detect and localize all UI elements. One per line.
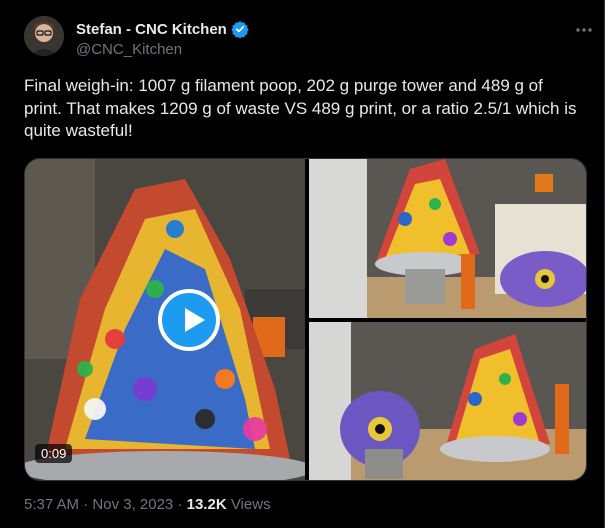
tweet-text: Final weigh-in: 1007 g filament poop, 20… — [24, 76, 577, 140]
views-count: 13.2K — [186, 496, 227, 513]
play-button[interactable] — [158, 289, 220, 351]
tweet-metadata: 5:37 AM · Nov 3, 2023 · 13.2K Views — [24, 496, 271, 513]
tweet-card: Stefan - CNC Kitchen @CNC_Kitchen Final … — [0, 0, 605, 528]
separator: · — [83, 496, 89, 513]
media-images — [25, 159, 587, 481]
author-name[interactable]: Stefan - CNC Kitchen — [76, 20, 249, 38]
separator: · — [177, 496, 183, 513]
tweet-time[interactable]: 5:37 AM — [24, 496, 79, 513]
photo-bottom-right[interactable] — [309, 322, 587, 481]
more-horizontal-icon[interactable] — [574, 20, 594, 45]
verified-badge-icon — [231, 21, 249, 38]
author-handle[interactable]: @CNC_Kitchen — [76, 41, 182, 58]
display-name[interactable]: Stefan - CNC Kitchen — [76, 21, 227, 38]
media-grid: 0:09 — [24, 158, 587, 481]
views-label: Views — [230, 496, 271, 513]
avatar-image — [24, 16, 64, 56]
tweet-date[interactable]: Nov 3, 2023 — [92, 496, 173, 513]
video-duration: 0:09 — [35, 444, 73, 463]
photo-top-right[interactable] — [309, 159, 587, 318]
avatar[interactable] — [24, 16, 64, 56]
more-dots — [576, 28, 592, 32]
